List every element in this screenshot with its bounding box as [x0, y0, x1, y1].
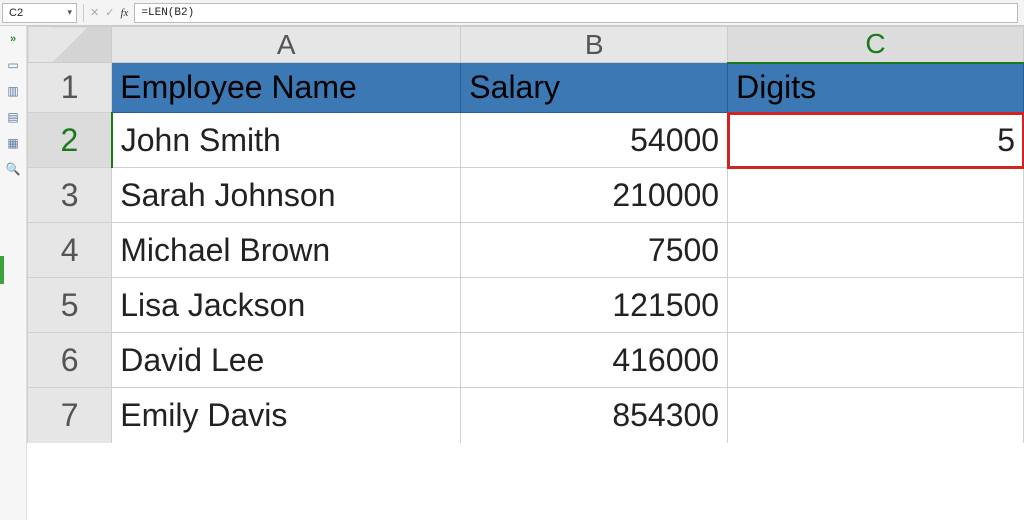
row-5: 5 Lisa Jackson 121500 [28, 278, 1024, 333]
active-indicator [0, 256, 4, 284]
sidebar-icon-2[interactable]: ▥ [5, 84, 21, 98]
fx-icon[interactable]: fx [120, 7, 128, 19]
separator [83, 4, 84, 22]
sidebar-icon-1[interactable]: ▭ [5, 58, 21, 72]
cell-C2[interactable]: 5 [728, 113, 1024, 168]
spreadsheet-grid[interactable]: A B C 1 Employee Name Salary Digits 2 Jo… [27, 26, 1024, 443]
select-all-corner[interactable] [28, 27, 112, 63]
cell-C5[interactable] [728, 278, 1024, 333]
cell-A3[interactable]: Sarah Johnson [112, 168, 461, 223]
row-2: 2 John Smith 54000 5 [28, 113, 1024, 168]
name-box[interactable]: C2 ▾ [2, 3, 77, 23]
sidebar-icon-3[interactable]: ▤ [5, 110, 21, 124]
cell-A1[interactable]: Employee Name [112, 63, 461, 113]
row-7: 7 Emily Davis 854300 [28, 388, 1024, 443]
cell-B5[interactable]: 121500 [461, 278, 728, 333]
cell-C3[interactable] [728, 168, 1024, 223]
row-4: 4 Michael Brown 7500 [28, 223, 1024, 278]
row-header-6[interactable]: 6 [28, 333, 112, 388]
row-header-7[interactable]: 7 [28, 388, 112, 443]
accept-icon[interactable]: ✓ [105, 6, 114, 19]
column-header-A[interactable]: A [112, 27, 461, 63]
cell-B3[interactable]: 210000 [461, 168, 728, 223]
sheet-area: A B C 1 Employee Name Salary Digits 2 Jo… [27, 26, 1024, 520]
side-panel-rail: » ▭ ▥ ▤ ▦ 🔍 [0, 26, 27, 520]
formula-bar-icons: ✕ ✓ fx [90, 6, 128, 19]
formula-text: =LEN(B2) [141, 7, 194, 19]
row-header-3[interactable]: 3 [28, 168, 112, 223]
column-header-B[interactable]: B [461, 27, 728, 63]
spreadsheet-app: C2 ▾ ✕ ✓ fx =LEN(B2) » ▭ ▥ ▤ ▦ 🔍 A [0, 0, 1024, 520]
row-6: 6 David Lee 416000 [28, 333, 1024, 388]
cell-A6[interactable]: David Lee [112, 333, 461, 388]
cell-A4[interactable]: Michael Brown [112, 223, 461, 278]
name-box-value: C2 [9, 7, 23, 19]
cancel-icon[interactable]: ✕ [90, 6, 99, 19]
row-header-5[interactable]: 5 [28, 278, 112, 333]
cell-C6[interactable] [728, 333, 1024, 388]
expand-panel-icon[interactable]: » [5, 32, 21, 46]
cell-C7[interactable] [728, 388, 1024, 443]
row-1: 1 Employee Name Salary Digits [28, 63, 1024, 113]
binoculars-icon[interactable]: 🔍 [5, 162, 21, 176]
chevron-down-icon: ▾ [67, 7, 72, 18]
cell-A5[interactable]: Lisa Jackson [112, 278, 461, 333]
row-header-1[interactable]: 1 [28, 63, 112, 113]
cell-B1[interactable]: Salary [461, 63, 728, 113]
cell-C1[interactable]: Digits [728, 63, 1024, 113]
row-header-2[interactable]: 2 [28, 113, 112, 168]
formula-bar: C2 ▾ ✕ ✓ fx =LEN(B2) [0, 0, 1024, 26]
row-header-4[interactable]: 4 [28, 223, 112, 278]
cell-A2[interactable]: John Smith [112, 113, 461, 168]
row-3: 3 Sarah Johnson 210000 [28, 168, 1024, 223]
column-header-C[interactable]: C [728, 27, 1024, 63]
cell-C4[interactable] [728, 223, 1024, 278]
cell-B6[interactable]: 416000 [461, 333, 728, 388]
column-header-row: A B C [28, 27, 1024, 63]
formula-input[interactable]: =LEN(B2) [134, 3, 1018, 23]
cell-A7[interactable]: Emily Davis [112, 388, 461, 443]
cell-B2[interactable]: 54000 [461, 113, 728, 168]
cell-B7[interactable]: 854300 [461, 388, 728, 443]
sidebar-icon-grid[interactable]: ▦ [5, 136, 21, 150]
cell-B4[interactable]: 7500 [461, 223, 728, 278]
